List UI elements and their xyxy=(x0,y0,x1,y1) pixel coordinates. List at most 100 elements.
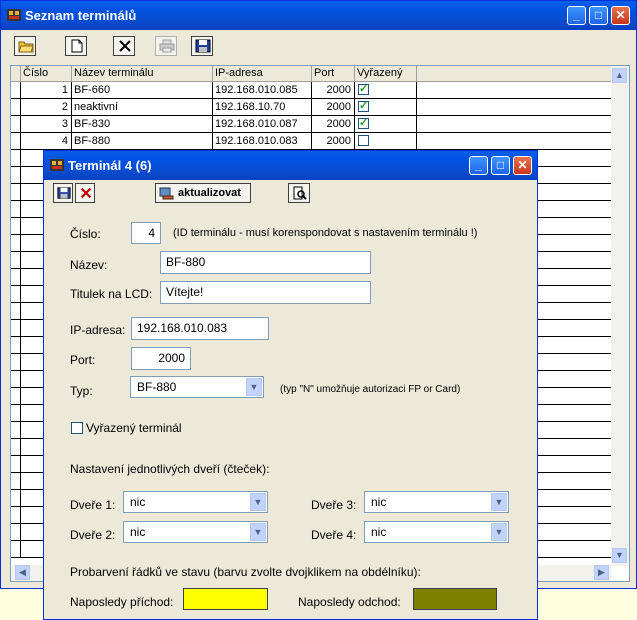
table-row[interactable]: 1 BF-660 192.168.010.085 2000 xyxy=(11,81,629,99)
empty-cell[interactable] xyxy=(11,354,21,370)
minimize-button[interactable]: _ xyxy=(567,6,586,25)
empty-cell[interactable] xyxy=(11,541,21,557)
cell-cislo[interactable]: 1 xyxy=(21,82,72,98)
chevron-down-icon[interactable]: ▼ xyxy=(491,523,507,541)
table-row[interactable]: 4 BF-880 192.168.010.083 2000 xyxy=(11,133,629,150)
empty-cell[interactable] xyxy=(11,286,21,302)
cell-cislo[interactable]: 4 xyxy=(21,133,72,149)
close-button[interactable]: ✕ xyxy=(611,6,630,25)
main-titlebar[interactable]: Seznam terminálů _ □ ✕ xyxy=(1,1,636,30)
column-header-cislo[interactable]: Číslo xyxy=(21,66,72,82)
disabled-terminal-label[interactable]: Vyřazený terminál xyxy=(86,421,182,435)
new-button[interactable] xyxy=(65,36,87,56)
empty-cell[interactable] xyxy=(11,405,21,421)
column-header-ip[interactable]: IP-adresa xyxy=(213,66,312,82)
empty-cell[interactable] xyxy=(11,303,21,319)
chevron-down-icon[interactable]: ▼ xyxy=(250,523,266,541)
cell-ip[interactable]: 192.168.010.085 xyxy=(213,82,312,98)
scroll-left-button[interactable]: ◀ xyxy=(15,565,30,580)
disabled-checkbox[interactable] xyxy=(358,115,369,131)
empty-cell[interactable] xyxy=(11,473,21,489)
scroll-down-button[interactable]: ▼ xyxy=(612,548,627,563)
print-button[interactable] xyxy=(155,36,177,56)
door4-select[interactable]: nic ▼ xyxy=(364,521,509,543)
cell-nazev[interactable]: BF-830 xyxy=(72,116,213,132)
save-button[interactable] xyxy=(191,36,213,56)
empty-cell[interactable] xyxy=(11,184,21,200)
port-input[interactable]: 2000 xyxy=(131,347,191,370)
cell-port[interactable]: 2000 xyxy=(312,133,355,149)
last-in-label: Naposledy příchod: xyxy=(70,595,174,609)
empty-cell[interactable] xyxy=(11,388,21,404)
chevron-down-icon[interactable]: ▼ xyxy=(246,378,262,396)
column-header-nazev[interactable]: Název terminálu xyxy=(72,66,213,82)
empty-cell[interactable] xyxy=(11,320,21,336)
empty-cell[interactable] xyxy=(11,167,21,183)
dialog-titlebar[interactable]: Terminál 4 (6) _ □ ✕ xyxy=(44,151,537,180)
dialog-save-button[interactable] xyxy=(53,183,73,203)
disabled-checkbox[interactable] xyxy=(358,135,369,146)
cell-port[interactable]: 2000 xyxy=(312,82,355,98)
empty-cell[interactable] xyxy=(11,252,21,268)
update-button[interactable]: aktualizovat xyxy=(155,183,251,203)
cell-nazev[interactable]: BF-880 xyxy=(72,133,213,149)
empty-cell[interactable] xyxy=(11,269,21,285)
empty-cell[interactable] xyxy=(11,507,21,523)
cell-nazev[interactable]: neaktivní xyxy=(72,99,213,115)
scroll-up-button[interactable]: ▲ xyxy=(612,68,627,83)
empty-cell[interactable] xyxy=(11,439,21,455)
vertical-scrollbar[interactable]: ▲ ▼ xyxy=(611,66,629,566)
cell-port[interactable]: 2000 xyxy=(312,99,355,115)
dialog-minimize-button[interactable]: _ xyxy=(469,156,488,175)
nazev-input[interactable]: BF-880 xyxy=(160,251,371,274)
door2-select[interactable]: nic ▼ xyxy=(123,521,268,543)
disabled-checkbox[interactable] xyxy=(358,98,369,114)
empty-cell[interactable] xyxy=(11,524,21,540)
cell-ip[interactable]: 192.168.010.087 xyxy=(213,116,312,132)
empty-cell[interactable] xyxy=(11,218,21,234)
cell-cislo[interactable]: 3 xyxy=(21,116,72,132)
empty-cell[interactable] xyxy=(11,422,21,438)
empty-cell[interactable] xyxy=(11,201,21,217)
chevron-down-icon[interactable]: ▼ xyxy=(250,493,266,511)
empty-cell[interactable] xyxy=(11,456,21,472)
cell-nazev[interactable]: BF-660 xyxy=(72,82,213,98)
door3-select[interactable]: nic ▼ xyxy=(364,491,509,513)
typ-select[interactable]: BF-880 ▼ xyxy=(130,376,264,398)
column-header-vyrazeny[interactable]: Vyřazený xyxy=(355,66,417,82)
empty-cell[interactable] xyxy=(11,337,21,353)
cell-port[interactable]: 2000 xyxy=(312,116,355,132)
disabled-terminal-checkbox[interactable] xyxy=(71,422,83,434)
dialog-close-button[interactable]: ✕ xyxy=(513,156,532,175)
dialog-maximize-button[interactable]: □ xyxy=(491,156,510,175)
column-header-port[interactable]: Port xyxy=(312,66,355,82)
minimize-icon: _ xyxy=(475,158,482,172)
cell-vyrazeny xyxy=(355,81,417,98)
empty-cell[interactable] xyxy=(11,235,21,251)
table-row[interactable]: 3 BF-830 192.168.010.087 2000 xyxy=(11,115,629,133)
door1-select[interactable]: nic ▼ xyxy=(123,491,268,513)
cell-ip[interactable]: 192.168.010.083 xyxy=(213,133,312,149)
typ-value: BF-880 xyxy=(137,380,177,394)
empty-cell[interactable] xyxy=(11,150,21,166)
cell-cislo[interactable]: 2 xyxy=(21,99,72,115)
lcd-input[interactable]: Vítejte! xyxy=(160,281,371,304)
delete-button[interactable] xyxy=(113,36,135,56)
disabled-checkbox[interactable] xyxy=(358,81,369,97)
cell-ip[interactable]: 192.168.10.70 xyxy=(213,99,312,115)
chevron-down-icon[interactable]: ▼ xyxy=(491,493,507,511)
last-in-color-swatch[interactable] xyxy=(183,588,268,610)
last-out-color-swatch[interactable] xyxy=(413,588,497,610)
cislo-input[interactable]: 4 xyxy=(131,222,161,244)
preview-button[interactable] xyxy=(288,183,310,203)
ip-input[interactable]: 192.168.010.083 xyxy=(131,317,269,340)
dialog-cancel-button[interactable] xyxy=(75,183,95,203)
maximize-button[interactable]: □ xyxy=(589,6,608,25)
scroll-right-button[interactable]: ▶ xyxy=(594,565,609,580)
update-icon xyxy=(159,187,174,200)
table-row[interactable]: 2 neaktivní 192.168.10.70 2000 xyxy=(11,98,629,116)
empty-cell[interactable] xyxy=(11,371,21,387)
empty-cell[interactable] xyxy=(11,490,21,506)
doors-heading: Nastavení jednotlivých dveří (čteček): xyxy=(70,462,270,476)
open-button[interactable] xyxy=(14,36,36,56)
